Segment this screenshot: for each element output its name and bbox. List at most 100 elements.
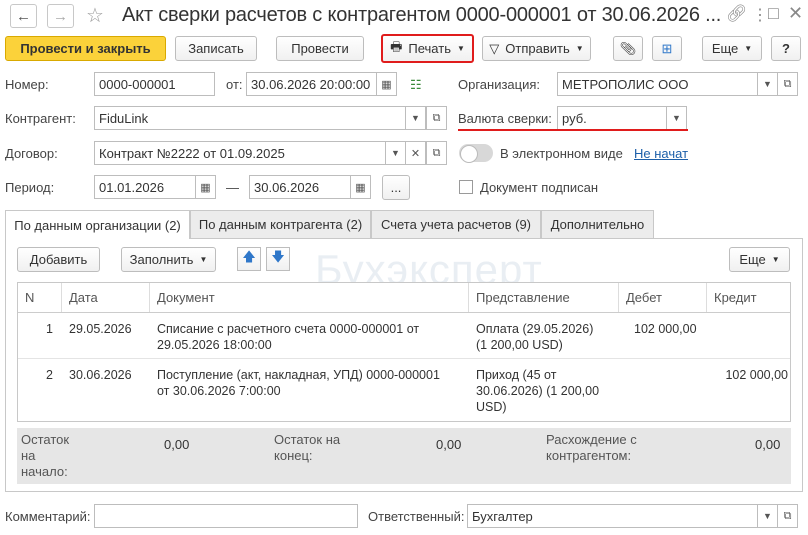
row-representation-line2: 30.06.2026) (1 200,00: [476, 384, 600, 398]
organization-open-button[interactable]: ⧉: [777, 72, 798, 96]
move-up-button[interactable]: 🡅︎: [237, 247, 261, 271]
counterparty-label: Контрагент:: [5, 111, 76, 126]
row-debit: 102 000,00: [634, 322, 697, 336]
column-header-credit[interactable]: Кредит: [707, 283, 790, 312]
post-and-close-button[interactable]: Провести и закрыть: [5, 36, 166, 61]
open-form-icon: ⧉: [783, 77, 792, 90]
currency-dropdown-button[interactable]: ▼: [666, 106, 687, 130]
menu-dots-icon[interactable]: ⋮: [752, 5, 768, 25]
electronic-label: В электронном виде: [500, 146, 623, 161]
counterparty-dropdown-button[interactable]: ▼: [405, 106, 426, 130]
table-row[interactable]: 1 29.05.2026 Списание с расчетного счета…: [18, 313, 790, 359]
number-field[interactable]: 0000-000001: [94, 72, 215, 96]
row-document-line1: Поступление (акт, накладная, УПД) 0000-0…: [157, 368, 440, 382]
electronic-status-link[interactable]: Не начат: [634, 146, 688, 161]
electronic-toggle[interactable]: [459, 144, 493, 163]
calendar-icon: ▦: [200, 181, 211, 194]
responsible-field[interactable]: Бухгалтер: [467, 504, 758, 528]
forward-button[interactable]: →: [47, 4, 74, 28]
page-title: Акт сверки расчетов с контрагентом 0000-…: [122, 4, 722, 26]
period-from-field[interactable]: 01.01.2026: [94, 175, 196, 199]
add-row-button[interactable]: Добавить: [17, 247, 100, 272]
printer-icon: 🖶︎: [390, 38, 403, 54]
more-actions-label: Еще: [711, 41, 739, 56]
counterparty-open-button[interactable]: ⧉: [426, 106, 447, 130]
table-row[interactable]: 2 30.06.2026 Поступление (акт, накладная…: [18, 359, 790, 421]
row-date: 30.06.2026: [69, 368, 132, 382]
row-representation-line3: USD): [476, 400, 507, 414]
tab-organization-data[interactable]: По данным организации (2): [5, 210, 190, 239]
currency-field[interactable]: руб.: [557, 106, 667, 130]
send-button[interactable]: ▽ Отправить ▼: [482, 36, 591, 61]
date-field[interactable]: 30.06.2026 20:00:00: [246, 72, 377, 96]
favorite-star-icon[interactable]: ☆: [86, 3, 104, 28]
back-button[interactable]: ←: [10, 4, 37, 28]
start-balance-value: 0,00: [164, 437, 190, 452]
save-button[interactable]: Записать: [175, 36, 257, 61]
move-down-button[interactable]: 🡇︎: [266, 247, 290, 271]
start-balance-label-3: начало:: [21, 464, 68, 479]
column-header-representation[interactable]: Представление: [469, 283, 619, 312]
start-balance-label-1: Остаток: [21, 432, 70, 447]
chevron-down-icon: ▼: [411, 113, 420, 123]
period-from-calendar-button[interactable]: ▦: [195, 175, 216, 199]
organization-dropdown-button[interactable]: ▼: [757, 72, 778, 96]
responsible-dropdown-button[interactable]: ▼: [757, 504, 778, 528]
contract-dropdown-button[interactable]: ▼: [385, 141, 406, 165]
open-form-icon: ⧉: [432, 111, 441, 124]
close-icon[interactable]: ✕: [788, 3, 803, 24]
arrow-down-icon: 🡇︎: [271, 249, 285, 264]
calendar-icon: ▦: [381, 78, 392, 91]
calendar-button[interactable]: ▦: [376, 72, 397, 96]
fill-button[interactable]: Заполнить ▼: [121, 247, 216, 272]
responsible-label: Ответственный:: [368, 509, 465, 524]
contract-open-button[interactable]: ⧉: [426, 141, 447, 165]
help-button[interactable]: ?: [771, 36, 801, 61]
difference-label-2: контрагентом:: [546, 448, 632, 463]
currency-label: Валюта сверки:: [458, 111, 552, 126]
column-header-document[interactable]: Документ: [150, 283, 469, 312]
signed-label: Документ подписан: [480, 180, 599, 195]
column-header-debit[interactable]: Дебет: [619, 283, 707, 312]
contract-clear-button[interactable]: ✕: [405, 141, 426, 165]
tab-additional[interactable]: Дополнительно: [541, 210, 654, 238]
document-status-icon: ☷: [410, 77, 422, 92]
open-form-icon: ⧉: [783, 509, 792, 522]
row-document-line1: Списание с расчетного счета 0000-000001 …: [157, 322, 420, 336]
end-balance-label-2: конец:: [274, 448, 313, 463]
column-header-date[interactable]: Дата: [62, 283, 150, 312]
tab-accounts[interactable]: Счета учета расчетов (9): [371, 210, 541, 238]
row-document-line2: 29.05.2026 18:00:00: [157, 338, 272, 352]
row-representation-line1: Оплата (29.05.2026): [476, 322, 594, 336]
structure-button[interactable]: ⊞: [652, 36, 682, 61]
tab-counterparty-data[interactable]: По данным контрагента (2): [190, 210, 371, 238]
period-select-button[interactable]: ...: [382, 175, 410, 200]
row-number: 2: [46, 368, 53, 382]
paperclip-icon: 📎︎: [619, 40, 637, 56]
organization-field[interactable]: МЕТРОПОЛИС ООО: [557, 72, 777, 96]
row-document-line2: от 30.06.2026 7:00:00: [157, 384, 281, 398]
post-button[interactable]: Провести: [276, 36, 364, 61]
reconciliation-table: N Дата Документ Представление Дебет Кред…: [17, 282, 791, 422]
signed-checkbox[interactable]: [459, 180, 473, 194]
comment-field[interactable]: [94, 504, 358, 528]
chevron-down-icon: ▼: [763, 79, 772, 89]
comment-label: Комментарий:: [5, 509, 91, 524]
period-to-field[interactable]: 30.06.2026: [249, 175, 351, 199]
table-more-button[interactable]: Еще ▼: [729, 247, 790, 272]
chevron-down-icon: ▼: [575, 44, 584, 53]
maximize-icon[interactable]: □: [768, 3, 779, 24]
attach-button[interactable]: 📎︎: [613, 36, 643, 61]
hierarchy-icon: ⊞: [661, 40, 673, 56]
more-actions-button[interactable]: Еще ▼: [702, 36, 762, 61]
period-dash: —: [226, 180, 239, 195]
chevron-down-icon: ▼: [391, 148, 400, 158]
row-representation-line2: (1 200,00 USD): [476, 338, 563, 352]
link-icon[interactable]: 🔗︎: [726, 4, 748, 24]
responsible-open-button[interactable]: ⧉: [777, 504, 798, 528]
print-button[interactable]: 🖶︎ Печать ▼: [381, 34, 474, 63]
period-to-calendar-button[interactable]: ▦: [350, 175, 371, 199]
counterparty-field[interactable]: FiduLink: [94, 106, 406, 130]
column-header-n[interactable]: N: [18, 283, 62, 312]
contract-field[interactable]: Контракт №2222 от 01.09.2025: [94, 141, 386, 165]
